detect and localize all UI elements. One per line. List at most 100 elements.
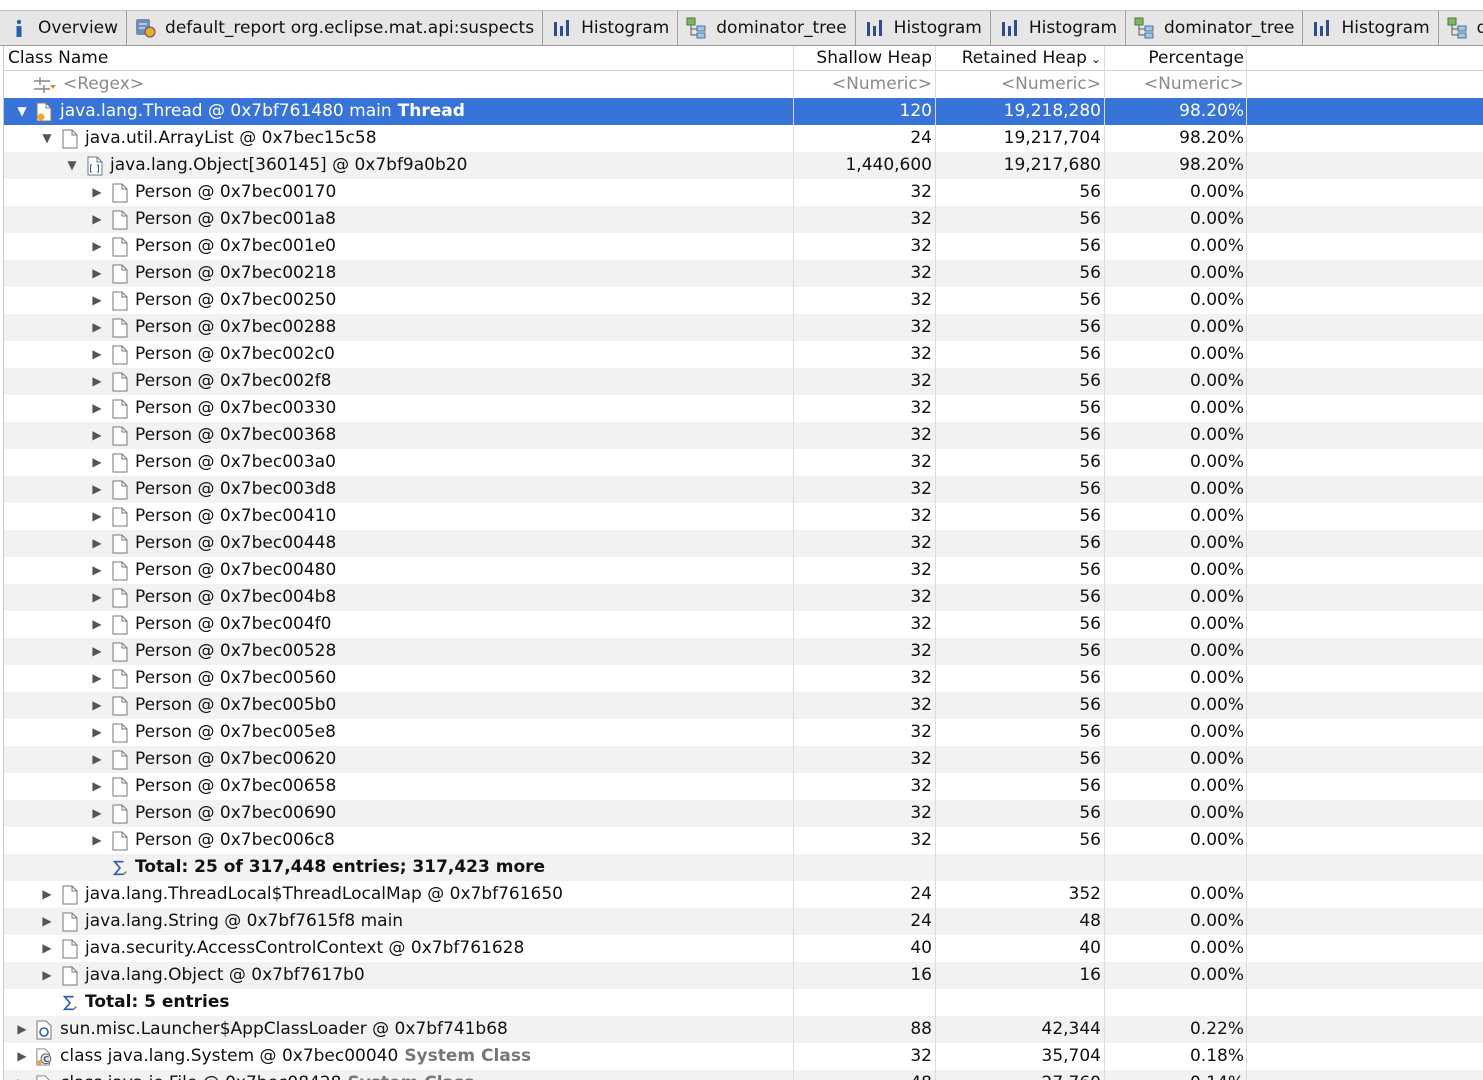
table-row[interactable]: ▶ Cclass java.lang.System @ 0x7bec00040 Sy… bbox=[4, 1043, 1483, 1070]
collapse-toggle-icon[interactable]: ▶ bbox=[89, 320, 105, 336]
table-row[interactable]: ▶ java.lang.Object @ 0x7bf7617b0 16 16 0.00% bbox=[4, 962, 1483, 989]
object-icon bbox=[61, 912, 79, 932]
collapse-toggle-icon[interactable]: ▶ bbox=[14, 1076, 30, 1080]
shallow-heap-filter-input[interactable]: <Numeric> bbox=[794, 71, 932, 98]
tab-histogram[interactable]: Histogram bbox=[543, 11, 679, 45]
collapse-toggle-icon[interactable]: ▶ bbox=[89, 509, 105, 525]
table-row[interactable]: ▶ Person @ 0x7bec00448 32 56 0.00% bbox=[4, 530, 1483, 557]
table-row[interactable]: ▶ Person @ 0x7bec005e8 32 56 0.00% bbox=[4, 719, 1483, 746]
expand-toggle-icon[interactable]: ▼ bbox=[64, 158, 80, 174]
table-row[interactable]: ▶ Person @ 0x7bec005b0 32 56 0.00% bbox=[4, 692, 1483, 719]
table-row[interactable]: ▶ Person @ 0x7bec003d8 32 56 0.00% bbox=[4, 476, 1483, 503]
collapse-toggle-icon[interactable]: ▶ bbox=[89, 536, 105, 552]
table-row[interactable]: ▶ Person @ 0x7bec00658 32 56 0.00% bbox=[4, 773, 1483, 800]
table-row[interactable]: ▶ Person @ 0x7bec001a8 32 56 0.00% bbox=[4, 206, 1483, 233]
collapse-toggle-icon[interactable]: ▶ bbox=[89, 401, 105, 417]
retained-heap-cell: 19,218,280 bbox=[1003, 101, 1101, 121]
object-icon bbox=[111, 237, 129, 257]
expand-toggle-icon[interactable]: ▼ bbox=[14, 104, 30, 120]
class-name-cell: ▶ Person @ 0x7bec00250 bbox=[4, 287, 792, 314]
collapse-toggle-icon[interactable]: ▶ bbox=[89, 455, 105, 471]
percentage-filter-input[interactable]: <Numeric> bbox=[1105, 71, 1244, 98]
table-row[interactable]: ▼ java.lang.Object[360145] @ 0x7bf9a0b20 1… bbox=[4, 152, 1483, 179]
table-row[interactable]: ▶ Person @ 0x7bec00218 32 56 0.00% bbox=[4, 260, 1483, 287]
collapse-toggle-icon[interactable]: ▶ bbox=[89, 239, 105, 255]
tab-histogram[interactable]: Histogram bbox=[990, 11, 1127, 45]
collapse-toggle-icon[interactable]: ▶ bbox=[39, 968, 55, 984]
table-row[interactable]: ▼ java.lang.Thread @ 0x7bf761480 main Thre… bbox=[4, 98, 1483, 125]
collapse-toggle-icon[interactable]: ▶ bbox=[89, 779, 105, 795]
retained-heap-cell: 56 bbox=[1079, 803, 1101, 823]
table-row[interactable]: ▶ Person @ 0x7bec00170 32 56 0.00% bbox=[4, 179, 1483, 206]
collapse-toggle-icon[interactable]: ▶ bbox=[89, 698, 105, 714]
table-row[interactable]: ▶ Person @ 0x7bec002f8 32 56 0.00% bbox=[4, 368, 1483, 395]
retained-heap-cell: 42,344 bbox=[1041, 1019, 1101, 1039]
tab-histogram[interactable]: Histogram bbox=[855, 11, 991, 45]
collapse-toggle-icon[interactable]: ▶ bbox=[89, 590, 105, 606]
collapse-toggle-icon[interactable]: ▶ bbox=[39, 941, 55, 957]
table-row[interactable]: ▶ Person @ 0x7bec00250 32 56 0.00% bbox=[4, 287, 1483, 314]
column-header-shallow-heap[interactable]: Shallow Heap bbox=[794, 46, 932, 70]
expand-toggle-icon[interactable]: ▼ bbox=[39, 131, 55, 147]
column-header-class-name[interactable]: Class Name bbox=[4, 46, 796, 70]
table-row[interactable]: ▶ Person @ 0x7bec00690 32 56 0.00% bbox=[4, 800, 1483, 827]
table-row[interactable]: ▶ sun.misc.Launcher$AppClassLoader @ 0x7b… bbox=[4, 1016, 1483, 1043]
table-row[interactable]: ▶ Person @ 0x7bec00480 32 56 0.00% bbox=[4, 557, 1483, 584]
collapse-toggle-icon[interactable]: ▶ bbox=[89, 374, 105, 390]
collapse-toggle-icon[interactable]: ▶ bbox=[14, 1022, 30, 1038]
row-label: java.lang.Thread @ 0x7bf761480 main bbox=[60, 101, 392, 121]
column-header-retained-heap[interactable]: Retained Heap ⌄ bbox=[936, 46, 1101, 70]
table-row[interactable]: ▶ Person @ 0x7bec00410 32 56 0.00% bbox=[4, 503, 1483, 530]
table-row[interactable]: ▶ java.security.AccessControlContext @ 0x… bbox=[4, 935, 1483, 962]
collapse-toggle-icon[interactable]: ▶ bbox=[89, 185, 105, 201]
collapse-toggle-icon[interactable]: ▶ bbox=[89, 617, 105, 633]
row-label: java.security.AccessControlContext @ 0x7… bbox=[85, 938, 525, 958]
table-row[interactable]: ▶ Person @ 0x7bec00288 32 56 0.00% bbox=[4, 314, 1483, 341]
table-row[interactable]: ▶ Person @ 0x7bec00368 32 56 0.00% bbox=[4, 422, 1483, 449]
tab-tree[interactable]: dominator_tree bbox=[1126, 11, 1304, 45]
table-row[interactable]: ▶ Person @ 0x7bec00620 32 56 0.00% bbox=[4, 746, 1483, 773]
regex-filter-input[interactable]: <Regex> bbox=[4, 71, 792, 98]
collapse-toggle-icon[interactable]: ▶ bbox=[14, 1049, 30, 1065]
table-row[interactable]: ▶ Person @ 0x7bec00330 32 56 0.00% bbox=[4, 395, 1483, 422]
table-row[interactable]: ▶ Person @ 0x7bec002c0 32 56 0.00% bbox=[4, 341, 1483, 368]
collapse-toggle-icon[interactable]: ▶ bbox=[39, 887, 55, 903]
table-row[interactable]: ▶ java.lang.ThreadLocal$ThreadLocalMap @ … bbox=[4, 881, 1483, 908]
table-row[interactable]: ▶ Cclass java.io.File @ 0x7bec08428 System… bbox=[4, 1070, 1483, 1080]
table-row[interactable]: Total: 5 entries bbox=[4, 989, 1483, 1016]
table-row[interactable]: ▶ Person @ 0x7bec00560 32 56 0.00% bbox=[4, 665, 1483, 692]
collapse-toggle-icon[interactable]: ▶ bbox=[89, 725, 105, 741]
collapse-toggle-icon[interactable]: ▶ bbox=[89, 806, 105, 822]
table-row[interactable]: ▶ Person @ 0x7bec003a0 32 56 0.00% bbox=[4, 449, 1483, 476]
collapse-toggle-icon[interactable]: ▶ bbox=[89, 644, 105, 660]
tab-report[interactable]: default_report org.eclipse.mat.api:suspe… bbox=[127, 11, 544, 45]
table-row[interactable]: ▶ Person @ 0x7bec006c8 32 56 0.00% bbox=[4, 827, 1483, 854]
tab-histogram[interactable]: Histogram bbox=[1303, 11, 1439, 45]
table-row[interactable]: ▶ Person @ 0x7bec001e0 32 56 0.00% bbox=[4, 233, 1483, 260]
table-row[interactable]: ▶ Person @ 0x7bec004b8 32 56 0.00% bbox=[4, 584, 1483, 611]
collapse-toggle-icon[interactable]: ▶ bbox=[89, 293, 105, 309]
collapse-toggle-icon[interactable]: ▶ bbox=[39, 914, 55, 930]
collapse-toggle-icon[interactable]: ▶ bbox=[89, 752, 105, 768]
table-row[interactable]: ▼ java.util.ArrayList @ 0x7bec15c58 24 19,2… bbox=[4, 125, 1483, 152]
collapse-toggle-icon[interactable]: ▶ bbox=[89, 833, 105, 849]
column-header-percentage[interactable]: Percentage bbox=[1105, 46, 1244, 70]
table-row[interactable]: ▶ Person @ 0x7bec00528 32 56 0.00% bbox=[4, 638, 1483, 665]
table-row[interactable]: ▶ Person @ 0x7bec004f0 32 56 0.00% bbox=[4, 611, 1483, 638]
collapse-toggle-icon[interactable]: ▶ bbox=[89, 212, 105, 228]
collapse-toggle-icon[interactable]: ▶ bbox=[89, 347, 105, 363]
tab-info[interactable]: Overview bbox=[0, 11, 128, 45]
tab-tree[interactable]: domin bbox=[1438, 11, 1483, 45]
retained-heap-filter-input[interactable]: <Numeric> bbox=[936, 71, 1101, 98]
collapse-toggle-icon[interactable]: ▶ bbox=[89, 266, 105, 282]
tab-label: dominator_tree bbox=[716, 18, 847, 38]
table-row[interactable]: ▶ java.lang.String @ 0x7bf7615f8 main 24 48… bbox=[4, 908, 1483, 935]
collapse-toggle-icon[interactable]: ▶ bbox=[89, 671, 105, 687]
collapse-toggle-icon[interactable]: ▶ bbox=[89, 563, 105, 579]
table-row[interactable]: Total: 25 of 317,448 entries; 317,423 mo… bbox=[4, 854, 1483, 881]
collapse-toggle-icon[interactable]: ▶ bbox=[89, 482, 105, 498]
filter-icon bbox=[32, 75, 58, 98]
tab-tree[interactable]: dominator_tree bbox=[678, 11, 856, 45]
collapse-toggle-icon[interactable]: ▶ bbox=[89, 428, 105, 444]
retained-heap-cell: 35,704 bbox=[1041, 1046, 1101, 1066]
